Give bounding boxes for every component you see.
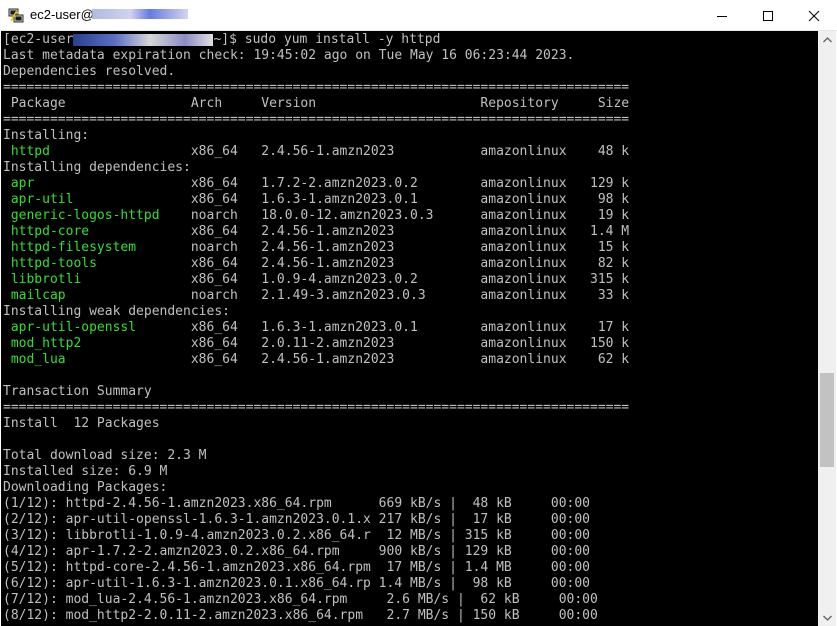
install-count: Install 12 Packages bbox=[3, 416, 160, 431]
summary-title: Transaction Summary bbox=[3, 384, 152, 399]
section-weak-dependencies: Installing weak dependencies: bbox=[3, 304, 230, 319]
terminal-area[interactable]: [ec2-user ~]$ sudo yum install -y httpd L… bbox=[1, 31, 818, 626]
downloading-header: Downloading Packages: bbox=[3, 480, 168, 495]
package-row: httpd-filesystem noarch 2.4.56-1.amzn202… bbox=[3, 240, 629, 256]
package-row: apr-util x86_64 1.6.3-1.amzn2023.0.1 ama… bbox=[3, 192, 629, 208]
package-name: httpd-filesystem bbox=[3, 240, 184, 255]
package-row: apr x86_64 1.7.2-2.amzn2023.0.2 amazonli… bbox=[3, 176, 629, 192]
scroll-up-button[interactable] bbox=[818, 31, 836, 48]
package-row: httpd x86_64 2.4.56-1.amzn2023 amazonlin… bbox=[3, 144, 629, 160]
package-name: httpd-tools bbox=[3, 256, 184, 271]
resolved-line: Dependencies resolved. bbox=[3, 64, 176, 79]
vertical-scrollbar[interactable] bbox=[818, 31, 836, 626]
prompt-prefix: [ec2-user bbox=[3, 32, 74, 47]
maximize-button[interactable] bbox=[745, 0, 791, 31]
package-row: libbrotli x86_64 1.0.9-4.amzn2023.0.2 am… bbox=[3, 272, 629, 288]
table-header: Package Arch Version Repository Size bbox=[3, 96, 630, 111]
package-row: httpd-tools x86_64 2.4.56-1.amzn2023 ama… bbox=[3, 256, 629, 272]
download-row: (2/12): apr-util-openssl-1.6.3-1.amzn202… bbox=[3, 512, 590, 527]
package-details: x86_64 2.0.11-2.amzn2023 amazonlinux 150… bbox=[183, 336, 630, 351]
redacted-hostname bbox=[92, 9, 188, 19]
section-dependencies: Installing dependencies: bbox=[3, 160, 191, 175]
close-button[interactable] bbox=[791, 0, 837, 31]
package-name: mailcap bbox=[3, 288, 184, 303]
total-download-size: Total download size: 2.3 M bbox=[3, 448, 207, 463]
download-row: (1/12): httpd-2.4.56-1.amzn2023.x86_64.r… bbox=[3, 496, 590, 511]
minimize-icon bbox=[717, 15, 727, 17]
package-details: x86_64 1.6.3-1.amzn2023.0.1 amazonlinux … bbox=[183, 320, 630, 335]
package-name: mod_http2 bbox=[3, 336, 184, 351]
package-name: apr-util bbox=[3, 192, 184, 207]
putty-icon bbox=[8, 8, 24, 23]
arrow-down-icon bbox=[822, 615, 832, 621]
package-row: httpd-core x86_64 2.4.56-1.amzn2023 amaz… bbox=[3, 224, 629, 240]
package-row: generic-logos-httpd noarch 18.0.0-12.amz… bbox=[3, 208, 629, 224]
minimize-button[interactable] bbox=[699, 0, 745, 31]
redacted-host bbox=[73, 33, 214, 46]
package-name: generic-logos-httpd bbox=[3, 208, 184, 223]
download-row: (3/12): libbrotli-1.0.9-4.amzn2023.0.2.x… bbox=[3, 528, 590, 543]
package-name: apr bbox=[3, 176, 184, 191]
download-row: (5/12): httpd-core-2.4.56-1.amzn2023.x86… bbox=[3, 560, 590, 575]
rule-line: ========================================… bbox=[3, 400, 630, 415]
window-title: ec2-user@ bbox=[30, 7, 94, 22]
package-row: mailcap noarch 2.1.49-3.amzn2023.0.3 ama… bbox=[3, 288, 629, 304]
arrow-up-icon bbox=[822, 36, 832, 42]
package-row: apr-util-openssl x86_64 1.6.3-1.amzn2023… bbox=[3, 320, 629, 336]
package-details: x86_64 2.4.56-1.amzn2023 amazonlinux 1.4… bbox=[183, 224, 630, 239]
scrollbar-thumb[interactable] bbox=[820, 373, 834, 467]
package-name: libbrotli bbox=[3, 272, 184, 287]
metadata-line: Last metadata expiration check: 19:45:02… bbox=[3, 48, 575, 63]
package-details: x86_64 2.4.56-1.amzn2023 amazonlinux 82 … bbox=[183, 256, 630, 271]
package-details: x86_64 1.6.3-1.amzn2023.0.1 amazonlinux … bbox=[183, 192, 630, 207]
package-name: apr-util-openssl bbox=[3, 320, 184, 335]
scroll-down-button[interactable] bbox=[818, 609, 836, 626]
package-details: noarch 18.0.0-12.amzn2023.0.3 amazonlinu… bbox=[183, 208, 630, 223]
download-row: (7/12): mod_lua-2.4.56-1.amzn2023.x86_64… bbox=[3, 592, 598, 607]
download-row: (6/12): apr-util-1.6.3-1.amzn2023.0.1.x8… bbox=[3, 576, 590, 591]
section-installing: Installing: bbox=[3, 128, 90, 143]
package-name: httpd bbox=[3, 144, 184, 159]
maximize-icon bbox=[763, 10, 773, 21]
rule-line: ========================================… bbox=[3, 80, 630, 95]
download-row: (4/12): apr-1.7.2-2.amzn2023.0.2.x86_64.… bbox=[3, 544, 590, 559]
rule-line: ========================================… bbox=[3, 112, 630, 127]
package-row: mod_lua x86_64 2.4.56-1.amzn2023 amazonl… bbox=[3, 352, 629, 368]
download-row: (8/12): mod_http2-2.0.11-2.amzn2023.x86_… bbox=[3, 608, 598, 623]
package-details: x86_64 2.4.56-1.amzn2023 amazonlinux 48 … bbox=[183, 144, 630, 159]
title-bar[interactable]: ec2-user@ bbox=[0, 0, 837, 31]
package-name: httpd-core bbox=[3, 224, 184, 239]
package-details: noarch 2.1.49-3.amzn2023.0.3 amazonlinux… bbox=[183, 288, 630, 303]
package-details: noarch 2.4.56-1.amzn2023 amazonlinux 15 … bbox=[183, 240, 630, 255]
prompt-suffix: ~]$ bbox=[213, 32, 245, 47]
terminal-output: [ec2-user ~]$ sudo yum install -y httpd L… bbox=[3, 32, 629, 624]
package-name: mod_lua bbox=[3, 352, 184, 367]
package-details: x86_64 2.4.56-1.amzn2023 amazonlinux 62 … bbox=[183, 352, 630, 367]
package-details: x86_64 1.7.2-2.amzn2023.0.2 amazonlinux … bbox=[183, 176, 630, 191]
command-text: sudo yum install -y httpd bbox=[244, 32, 441, 47]
close-icon bbox=[808, 10, 820, 21]
prompt-line: [ec2-user ~]$ sudo yum install -y httpd bbox=[3, 32, 629, 48]
installed-size: Installed size: 6.9 M bbox=[3, 464, 168, 479]
package-details: x86_64 1.0.9-4.amzn2023.0.2 amazonlinux … bbox=[183, 272, 630, 287]
package-row: mod_http2 x86_64 2.0.11-2.amzn2023 amazo… bbox=[3, 336, 629, 352]
